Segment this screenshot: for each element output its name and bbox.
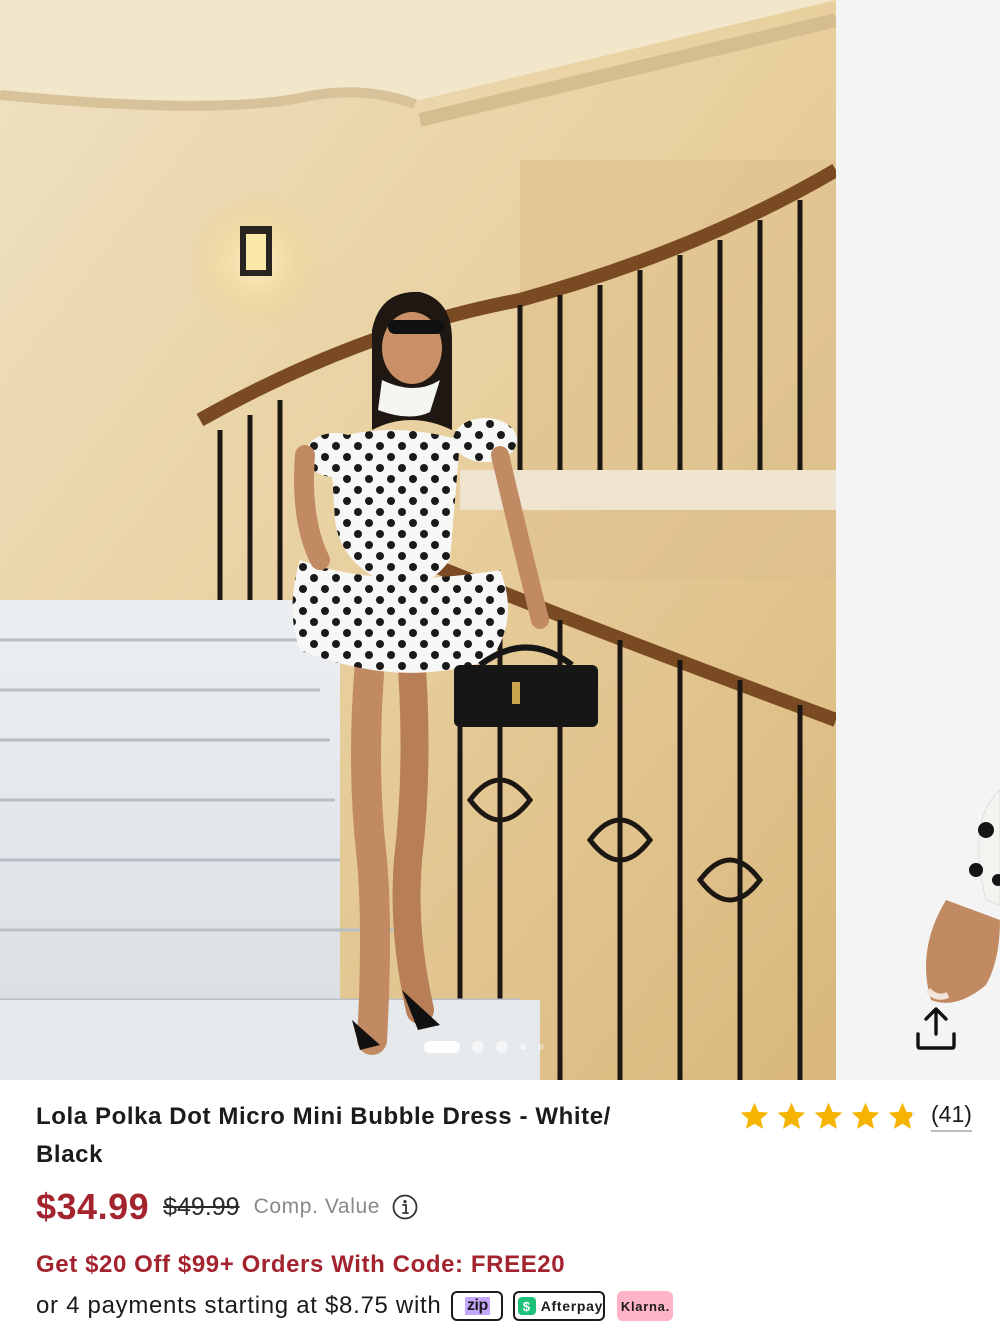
carousel-pagination[interactable] [424,1040,544,1054]
star-half-icon [888,1102,917,1129]
carousel-dot[interactable] [520,1044,526,1050]
carousel-dot[interactable] [496,1041,508,1053]
star-icon [851,1102,880,1129]
share-icon [916,1007,956,1050]
klarna-badge[interactable]: Klarna. [617,1291,674,1321]
product-rating[interactable]: (41) [738,1100,972,1133]
afterpay-dollar-icon: $ [517,1297,536,1315]
share-button[interactable] [908,1000,964,1056]
carousel-dot-active[interactable] [424,1041,460,1053]
product-photo-next-preview[interactable] [836,0,1000,1080]
sale-price: $34.99 [36,1186,150,1227]
promo-code-banner: Get $20 Off $99+ Orders With Code: FREE2… [36,1251,566,1278]
rating-stars [738,1100,919,1133]
product-photo-illustration [0,0,836,1080]
installment-payments: or 4 payments starting at $8.75 with zip… [36,1291,674,1321]
zip-badge[interactable]: zip [451,1291,504,1321]
next-photo-illustration [836,0,1000,1080]
product-photo-main[interactable] [0,0,836,1080]
star-icon [814,1102,843,1129]
comp-value-label: Comp. Value [253,1195,381,1218]
carousel-dot[interactable] [472,1041,484,1053]
price-row: $34.99 $49.99 Comp. Value [36,1186,418,1228]
klarna-logo: Klarna. [620,1298,670,1314]
info-icon[interactable] [392,1194,418,1220]
zip-logo: zip [465,1297,490,1315]
original-price: $49.99 [163,1192,240,1221]
star-icon [777,1102,806,1129]
star-icon [740,1102,769,1129]
review-count-link[interactable]: (41) [931,1101,972,1132]
carousel-dot[interactable] [538,1044,544,1050]
product-title: Lola Polka Dot Micro Mini Bubble Dress -… [36,1103,611,1168]
afterpay-logo: Afterpay [540,1298,604,1314]
product-info-section: Lola Polka Dot Micro Mini Bubble Dress -… [0,1080,1000,1333]
product-image-carousel[interactable] [0,0,1000,1080]
afterpay-badge[interactable]: $ Afterpay [513,1291,606,1321]
installment-text: or 4 payments starting at $8.75 with [36,1292,442,1319]
